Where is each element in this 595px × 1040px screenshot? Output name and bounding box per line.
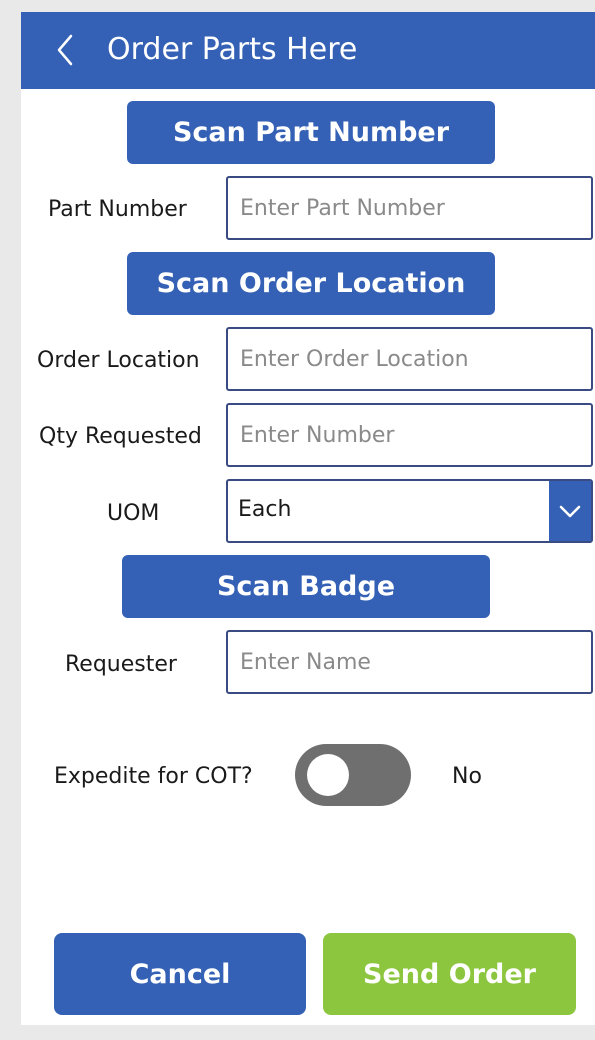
order-location-label: Order Location [37,348,200,373]
page-title: Order Parts Here [107,32,358,67]
scan-part-number-button[interactable]: Scan Part Number [127,101,495,164]
chevron-left-icon[interactable] [47,32,83,68]
expedite-toggle[interactable] [295,744,411,806]
toggle-knob [307,754,349,796]
chevron-down-icon[interactable] [549,481,591,541]
uom-dropdown[interactable]: Each [226,479,593,543]
order-form-screen: Order Parts Here Scan Part Number Part N… [21,12,595,1025]
header-bar: Order Parts Here [21,12,595,89]
send-order-button[interactable]: Send Order [323,933,576,1015]
cancel-button[interactable]: Cancel [54,933,306,1015]
scan-order-location-button[interactable]: Scan Order Location [127,252,495,315]
requester-label: Requester [65,652,177,677]
qty-requested-input[interactable] [226,403,593,467]
scan-badge-button[interactable]: Scan Badge [122,555,490,618]
uom-selected-value: Each [238,497,292,522]
expedite-state-text: No [452,764,482,789]
order-location-input[interactable] [226,327,593,391]
part-number-input[interactable] [226,176,593,240]
uom-label: UOM [107,501,160,526]
expedite-label: Expedite for COT? [54,764,253,789]
requester-input[interactable] [226,630,593,694]
qty-requested-label: Qty Requested [39,424,202,449]
part-number-label: Part Number [48,197,187,222]
